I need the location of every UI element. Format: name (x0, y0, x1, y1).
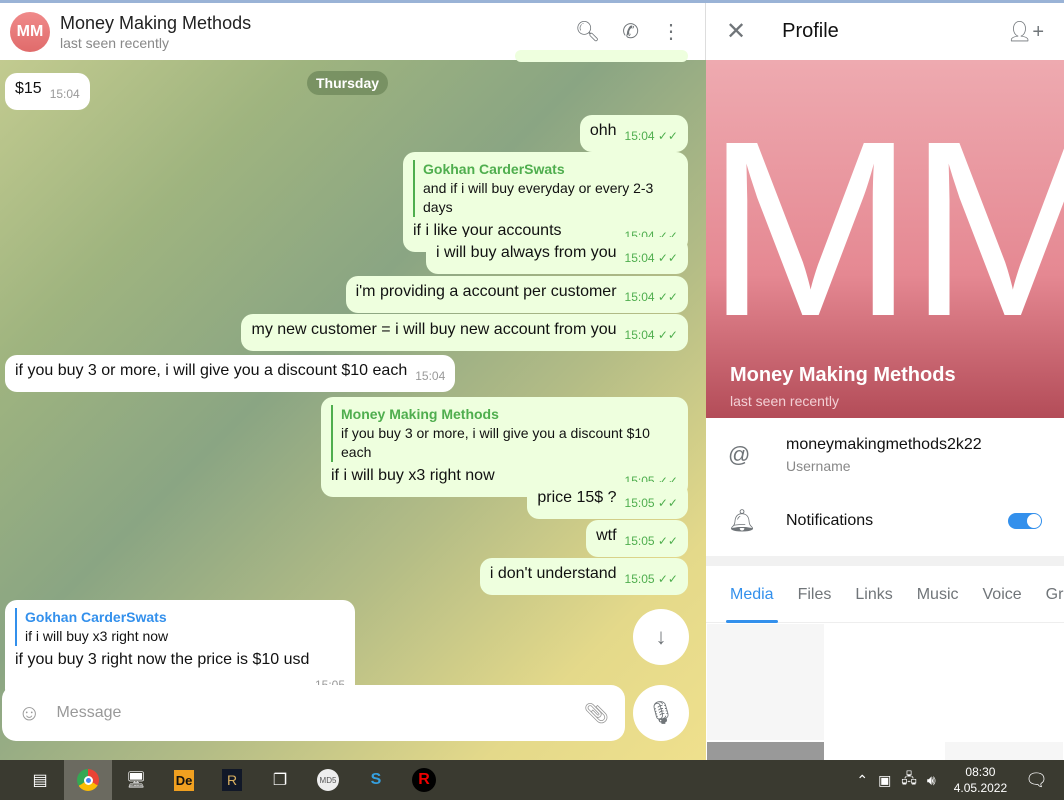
notifications-label: Notifications (786, 512, 874, 529)
media-thumbnail[interactable] (706, 623, 825, 741)
message-text: if i will buy x3 right now (331, 467, 495, 484)
arrow-down-icon: ↓ (655, 624, 667, 649)
tab-music[interactable]: Music (905, 566, 971, 623)
chat-status: last seen recently (60, 34, 169, 51)
avatar[interactable]: MM (10, 11, 50, 52)
network-icon[interactable]: 🖧︎ (901, 768, 917, 792)
at-icon: @ (728, 442, 751, 467)
media-grid (706, 623, 1064, 761)
message-input[interactable]: ☺ Message 📎︎ (2, 685, 625, 741)
message-time: 15:04 ✓✓ (624, 328, 678, 342)
message-text: i'm providing a account per customer (355, 283, 617, 300)
message-text: $15 (15, 80, 42, 97)
bell-icon: 🔔︎ (728, 508, 756, 533)
message-text: i don't understand (489, 565, 617, 582)
message-text: if you buy 3 or more, i will give you a … (15, 362, 408, 379)
tab-groups[interactable]: Gro (1034, 566, 1064, 623)
media-thumbnail[interactable] (944, 623, 1064, 741)
message-time: 15:04 ✓✓ (624, 129, 678, 143)
volume-icon[interactable]: 🔊︎ (927, 772, 936, 789)
profile-photo: MM Money Making Methods last seen recent… (706, 60, 1064, 418)
message-time: 15:04 (49, 87, 80, 101)
emoji-icon[interactable]: ☺ (18, 700, 40, 726)
username-label: Username (786, 458, 851, 474)
date-pill: Thursday (307, 71, 389, 95)
media-thumbnail[interactable] (944, 741, 1064, 761)
add-contact-icon[interactable]: 👤︎+ (1007, 19, 1044, 44)
redline-app-icon[interactable]: R (400, 760, 448, 800)
message-time: 15:04 ✓✓ (624, 290, 678, 304)
message-outgoing[interactable]: price 15$ ? 15:05 ✓✓ (527, 482, 688, 519)
windows-stack-icon[interactable]: ❐ (256, 760, 304, 800)
rx-app-icon[interactable]: R (208, 760, 256, 800)
window-top-border (0, 0, 1064, 3)
message-outgoing[interactable]: my new customer = i will buy new account… (241, 314, 688, 351)
message-outgoing[interactable]: i don't understand 15:05 ✓✓ (479, 558, 688, 595)
tab-media[interactable]: Media (718, 566, 786, 623)
task-view-icon[interactable]: ▤ (16, 760, 64, 800)
chrome-icon[interactable] (64, 760, 112, 800)
message-text: my new customer = i will buy new account… (251, 321, 617, 338)
phone-icon[interactable]: ✆ (622, 19, 639, 44)
media-thumbnail[interactable] (825, 623, 944, 741)
reply-quote[interactable]: Gokhan CarderSwats if i will buy x3 right… (15, 608, 345, 646)
md5-app-icon[interactable]: MD5 (304, 760, 352, 800)
message-outgoing[interactable]: wtf 15:05 ✓✓ (586, 520, 688, 557)
message-text: ohh (589, 122, 617, 139)
message-text: wtf (596, 527, 617, 544)
tab-files[interactable]: Files (786, 566, 844, 623)
message-partial (515, 50, 688, 62)
tab-links[interactable]: Links (843, 566, 904, 623)
reply-quote[interactable]: Gokhan CarderSwats and if i will buy ever… (413, 160, 678, 217)
chat-title: Money Making Methods (60, 12, 252, 33)
divider (706, 556, 1064, 566)
profile-panel: ✕ Profile 👤︎+ MM Money Making Methods last… (706, 3, 1064, 761)
message-text: i will buy always from you (436, 244, 617, 261)
message-text: if you buy 3 right now the price is $10 … (15, 651, 310, 668)
chevron-up-icon[interactable]: ⌃ (856, 772, 868, 789)
message-outgoing[interactable]: i'm providing a account per customer 15:0… (345, 276, 688, 313)
message-time: 15:05 ✓✓ (624, 496, 678, 510)
remote-desktop-icon[interactable]: 🖥︎ (112, 760, 160, 800)
s-app-icon[interactable]: S (352, 760, 400, 800)
clock[interactable]: 08:30 4.05.2022 (954, 764, 1007, 796)
message-placeholder: Message (56, 704, 122, 721)
username-row[interactable]: @ moneymakingmethods2k22 Username (706, 422, 1064, 488)
tab-voice[interactable]: Voice (971, 566, 1034, 623)
notifications-row[interactable]: 🔔︎ Notifications (706, 488, 1064, 554)
reply-quote[interactable]: Money Making Methods if you buy 3 or more… (331, 405, 678, 462)
profile-status: last seen recently (730, 393, 839, 409)
profile-title: Profile (782, 20, 839, 42)
notifications-icon[interactable]: 🗨︎ (1025, 770, 1048, 791)
message-outgoing[interactable]: i will buy always from you 15:04 ✓✓ (426, 237, 688, 274)
message-time: 15:05 ✓✓ (624, 534, 678, 548)
profile-name: Money Making Methods (730, 364, 956, 386)
chat-panel: MM Money Making Methods last seen recentl… (0, 0, 706, 760)
microphone-icon: 🎙︎ (647, 700, 675, 725)
message-text: price 15$ ? (537, 489, 617, 506)
profile-initials: MM (706, 89, 1064, 368)
message-outgoing[interactable]: ohh 15:04 ✓✓ (579, 115, 688, 152)
more-vertical-icon[interactable]: ⋮ (661, 19, 681, 44)
voice-record-button[interactable]: 🎙︎ (633, 685, 689, 741)
media-thumbnail[interactable] (706, 741, 825, 761)
scroll-down-button[interactable]: ↓ (633, 609, 689, 665)
message-time: 15:04 ✓✓ (624, 251, 678, 265)
message-incoming[interactable]: if you buy 3 or more, i will give you a … (5, 355, 456, 392)
de-app-icon[interactable]: De (160, 760, 208, 800)
attach-icon[interactable]: 📎︎ (584, 701, 609, 726)
search-icon[interactable]: 🔍︎ (575, 19, 600, 44)
message-time: 15:04 (415, 369, 446, 383)
username-value: moneymakingmethods2k22 (786, 436, 982, 453)
taskbar: ▤ 🖥︎ De R ❐ MD5 S R ⌃ ▣ 🖧︎ 🔊︎ 08:30 4.05.… (0, 760, 1064, 800)
message-incoming[interactable]: $15 15:04 (5, 73, 90, 110)
notifications-toggle[interactable] (1008, 513, 1042, 529)
media-thumbnail[interactable] (825, 741, 944, 761)
meet-icon[interactable]: ▣ (878, 772, 891, 789)
message-time: 15:05 ✓✓ (624, 572, 678, 586)
media-tabs: Media Files Links Music Voice Gro (706, 566, 1064, 623)
close-icon[interactable]: ✕ (726, 17, 746, 46)
